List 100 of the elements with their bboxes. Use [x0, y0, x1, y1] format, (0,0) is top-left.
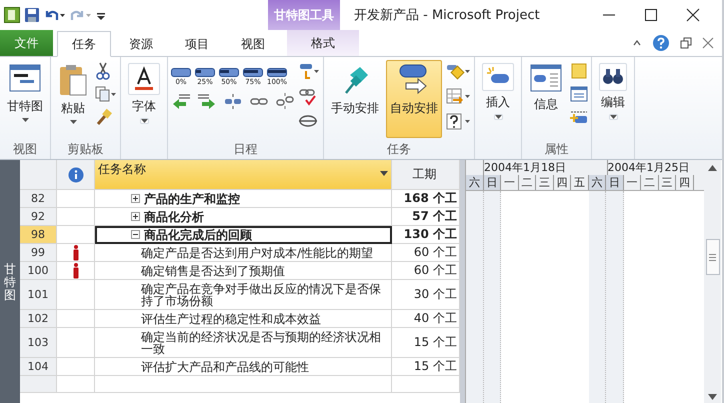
- ribbon-group-label: 属性: [544, 141, 570, 158]
- scroll-down-icon[interactable]: [708, 394, 717, 400]
- insert-button[interactable]: 插入: [478, 60, 518, 123]
- window-title: 开发新产品 - Microsoft Project: [354, 7, 541, 24]
- task-name-cell[interactable]: 商品化分析: [95, 208, 392, 226]
- link-check-icon[interactable]: [298, 87, 318, 107]
- timescale-day: 一: [624, 175, 641, 190]
- information-icon: [529, 63, 563, 93]
- caret-icon: [494, 114, 502, 120]
- ribbon-group-label: 视图: [12, 141, 38, 158]
- information-button[interactable]: 信息: [525, 60, 567, 116]
- caret-icon: [608, 114, 618, 120]
- task-name-cell[interactable]: 产品的生产和监控: [95, 190, 392, 208]
- row-number[interactable]: 101: [20, 280, 57, 310]
- dropdown-icon[interactable]: [380, 171, 388, 177]
- inspect-icon[interactable]: [445, 62, 471, 82]
- timescale-day: 二: [518, 175, 536, 190]
- person-icon: [72, 244, 78, 260]
- binoculars-icon: [599, 63, 627, 91]
- row-number[interactable]: 104: [20, 358, 57, 376]
- column-header[interactable]: 工期: [392, 160, 460, 190]
- empty-row-number: [20, 376, 57, 393]
- timescale-day: 六: [466, 175, 484, 190]
- row-number[interactable]: 103: [20, 328, 57, 358]
- view-bar: 甘特图: [0, 160, 20, 403]
- ribbon-group-label: 日程: [232, 141, 258, 158]
- task-name: 评估生产过程的稳定性和成本效益: [141, 312, 321, 324]
- outdent-icon[interactable]: [171, 92, 191, 110]
- auto-schedule-button[interactable]: 自动安排: [386, 60, 442, 138]
- help-icon[interactable]: [652, 34, 670, 52]
- details-icon[interactable]: [570, 85, 588, 103]
- timescale-day: 一: [501, 175, 518, 190]
- app-logo-icon: [4, 7, 20, 23]
- clipboard-icon: [58, 63, 88, 97]
- select-all-cell[interactable]: [20, 160, 57, 190]
- new-task-icon: [482, 63, 514, 91]
- timescale-day: 四: [676, 175, 694, 190]
- row-number[interactable]: 82: [20, 190, 57, 208]
- expand-icon[interactable]: [131, 194, 140, 203]
- task-name-cell[interactable]: 确定产品在竞争对手做出反应的情况下是否保持了市场份额: [95, 280, 392, 310]
- person-icon: [72, 262, 78, 278]
- ribbon-tab[interactable]: 资源: [115, 32, 167, 56]
- timescale-day: 三: [536, 175, 554, 190]
- row-number[interactable]: 100: [20, 262, 57, 280]
- copy-icon[interactable]: [95, 85, 117, 103]
- timescale-day: 四: [554, 175, 571, 190]
- cut-icon[interactable]: [95, 62, 111, 80]
- unlink-icon[interactable]: [275, 92, 295, 110]
- ribbon-tab[interactable]: 任务: [57, 31, 111, 57]
- task-mode-icon[interactable]: [445, 112, 471, 132]
- task-name-cell[interactable]: 确定销售是否达到了预期值: [95, 262, 392, 280]
- restore-icon[interactable]: [680, 37, 692, 49]
- task-name: 商品化分析: [144, 210, 204, 222]
- ribbon-tab[interactable]: 项目: [171, 32, 223, 56]
- task-name: 商品化完成后的回顾: [144, 228, 252, 240]
- collapse-ribbon-icon[interactable]: [632, 38, 642, 48]
- paste-button[interactable]: 粘贴: [54, 60, 92, 127]
- scroll-up-icon[interactable]: [708, 165, 717, 171]
- column-header[interactable]: 任务名称: [95, 160, 392, 190]
- font-button[interactable]: 字体: [124, 60, 164, 127]
- info-icon: [68, 166, 84, 182]
- caret-icon: [70, 120, 76, 124]
- task-name-cell[interactable]: 评估生产过程的稳定性和成本效益: [95, 310, 392, 328]
- save-icon[interactable]: [24, 7, 40, 23]
- respect-links-icon[interactable]: [298, 62, 320, 82]
- row-number[interactable]: 99: [20, 244, 57, 262]
- row-number[interactable]: 92: [20, 208, 57, 226]
- maximize-icon[interactable]: [644, 8, 658, 22]
- gantt-chart-button[interactable]: 甘特图: [3, 60, 47, 125]
- caret-icon: [140, 118, 148, 124]
- timescale-day: 三: [658, 175, 676, 190]
- ribbon-tab[interactable]: 视图: [227, 32, 279, 56]
- ribbon-group-label: 剪贴板: [66, 141, 104, 158]
- font-color-icon: [128, 63, 160, 95]
- contextual-tab-header: 甘特图工具: [268, 0, 340, 30]
- task-name: 评估扩大产品和产品线的可能性: [141, 360, 309, 372]
- timescale-day: 六: [588, 175, 606, 190]
- task-name-cell[interactable]: 商品化完成后的回顾: [95, 226, 392, 244]
- task-name-cell[interactable]: 确定当前的经济状况是否与预期的经济状况相一致: [95, 328, 392, 358]
- task-name: 产品的生产和监控: [144, 192, 240, 204]
- format-painter-icon[interactable]: [95, 108, 113, 126]
- collapse-icon[interactable]: [131, 230, 140, 239]
- indent-icon[interactable]: [197, 92, 217, 110]
- task-name-cell[interactable]: 确定产品是否达到用户对成本/性能比的期望: [95, 244, 392, 262]
- row-number[interactable]: 102: [20, 310, 57, 328]
- scroll-thumb[interactable]: [706, 239, 720, 275]
- manual-schedule-button[interactable]: 手动安排: [327, 60, 383, 120]
- task-name: 确定产品在竞争对手做出反应的情况下是否保持了市场份额: [141, 282, 382, 306]
- ribbon-tab[interactable]: 文件: [0, 30, 53, 56]
- split-task-icon[interactable]: [223, 92, 243, 110]
- ribbon-tab[interactable]: 格式: [287, 30, 359, 56]
- task-name-cell[interactable]: 评估扩大产品和产品线的可能性: [95, 358, 392, 376]
- move-task-icon[interactable]: [445, 87, 471, 107]
- expand-icon[interactable]: [131, 212, 140, 221]
- close-icon[interactable]: [686, 8, 700, 22]
- timescale-day: 二: [641, 175, 658, 190]
- editing-button[interactable]: 编辑: [595, 60, 631, 123]
- row-number[interactable]: 98: [20, 226, 57, 244]
- vertical-scrollbar[interactable]: [704, 160, 721, 403]
- task-name: 确定产品是否达到用户对成本/性能比的期望: [141, 246, 374, 258]
